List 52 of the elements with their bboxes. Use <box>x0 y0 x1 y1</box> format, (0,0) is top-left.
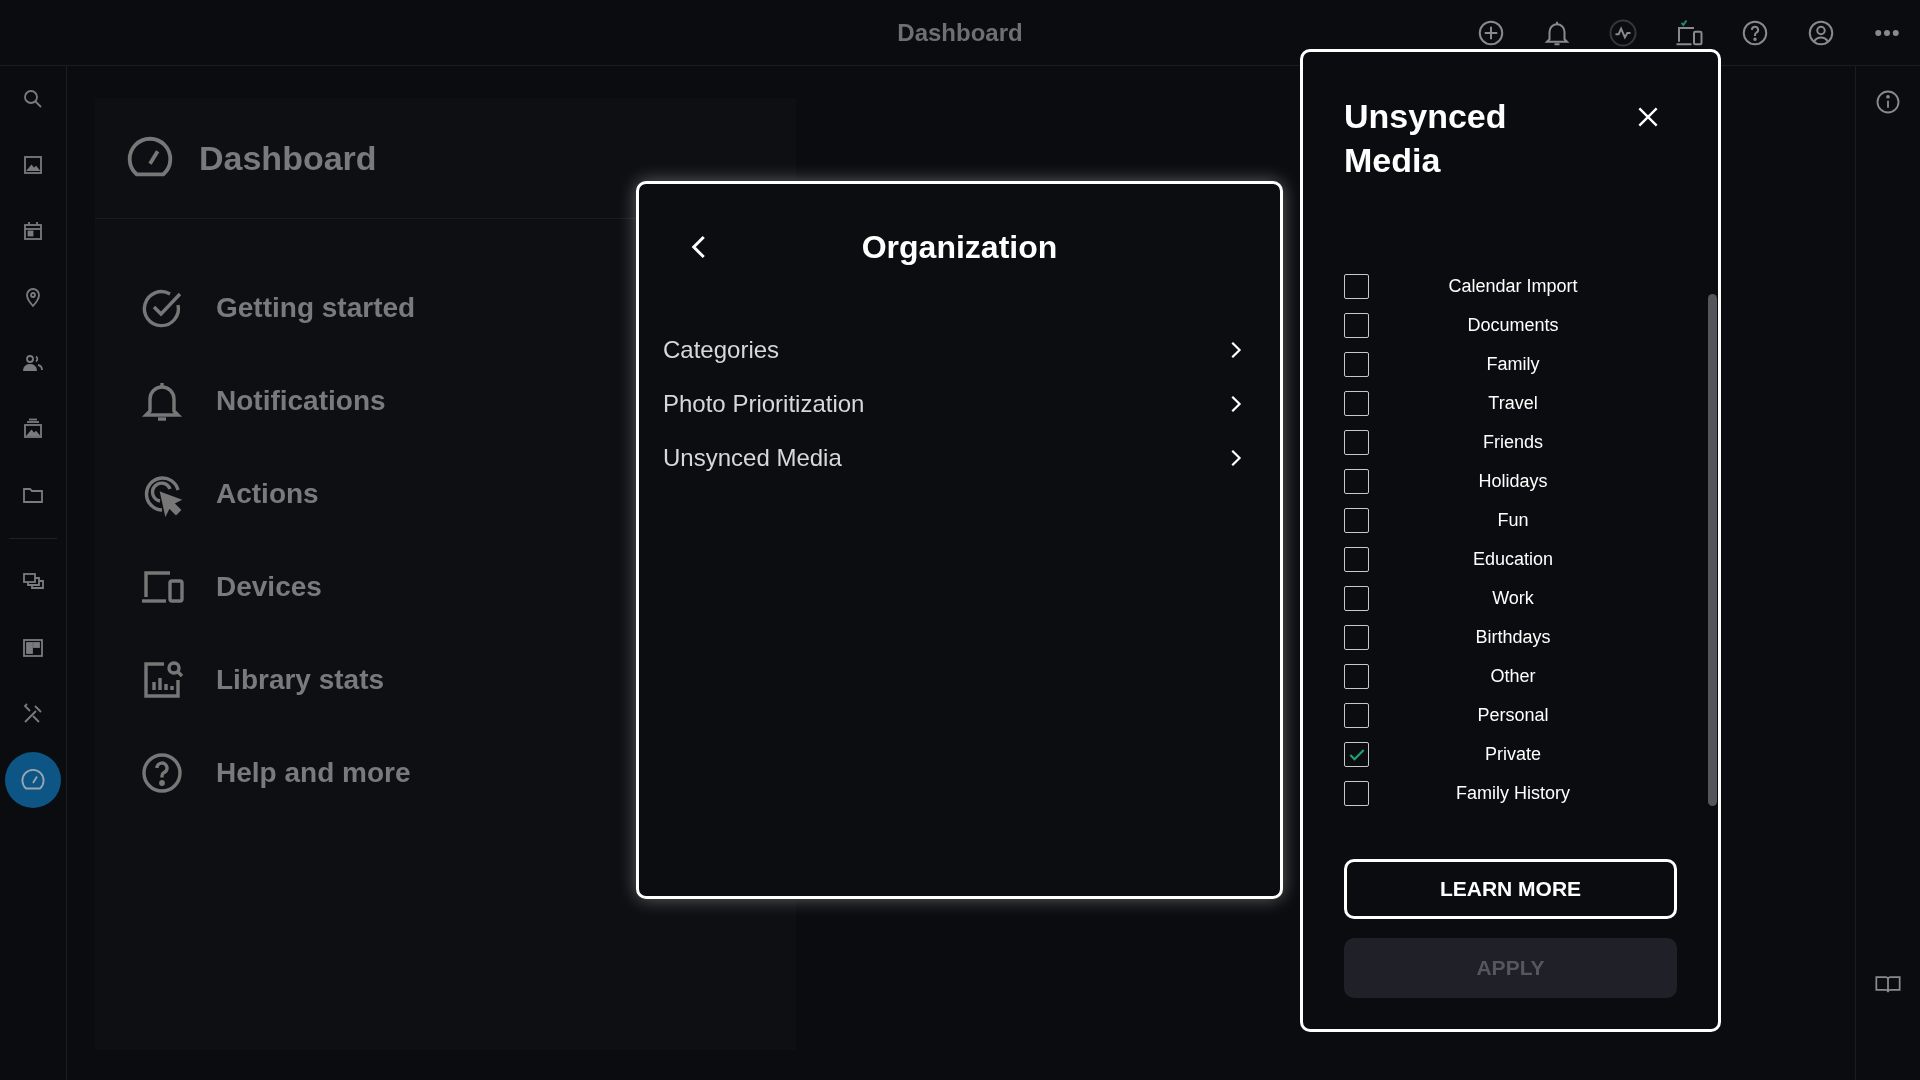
activity-icon[interactable] <box>1608 17 1638 48</box>
calendar-icon <box>21 219 45 243</box>
menu-item[interactable]: Categories <box>663 336 780 364</box>
dashboard-link[interactable]: Getting started <box>216 291 416 324</box>
dashboard-link[interactable]: Actions <box>216 477 319 510</box>
checkbox[interactable] <box>1344 586 1369 611</box>
dashboard-link[interactable]: Devices <box>216 570 322 603</box>
nav-button[interactable] <box>5 752 61 808</box>
layout-icon <box>21 636 45 660</box>
info-icon[interactable] <box>1874 88 1902 116</box>
checkbox[interactable] <box>1344 313 1369 338</box>
checkbox[interactable] <box>1344 664 1369 689</box>
option-label: Documents <box>1466 315 1560 336</box>
checkbox[interactable] <box>1344 625 1369 650</box>
panel-title: Unsynced Media <box>1344 96 1508 181</box>
option-label: Family History <box>1455 783 1571 804</box>
learn-more-button[interactable]: LEARN MORE <box>1344 859 1677 919</box>
checkbox[interactable] <box>1344 742 1369 767</box>
dashboard-link[interactable]: Library stats <box>216 663 385 696</box>
option-label: Holidays <box>1477 471 1549 492</box>
checkbox[interactable] <box>1344 274 1369 299</box>
option-label: Family <box>1485 354 1541 375</box>
dashboard-link[interactable]: Notifications <box>216 384 386 417</box>
option-label: Friends <box>1482 432 1544 453</box>
scrollbar-thumb[interactable] <box>1708 294 1717 806</box>
option-label: Other <box>1489 666 1537 687</box>
dialog-title: Organization <box>861 228 1058 266</box>
menu-item[interactable]: Unsynced Media <box>663 444 842 472</box>
checkbox[interactable] <box>1344 703 1369 728</box>
checkbox[interactable] <box>1344 781 1369 806</box>
album-icon <box>21 417 45 441</box>
image-icon <box>21 153 45 177</box>
checkbox[interactable] <box>1344 469 1369 494</box>
checkbox[interactable] <box>1344 391 1369 416</box>
checkbox[interactable] <box>1344 547 1369 572</box>
dashboard-link[interactable]: Help and more <box>216 756 411 789</box>
option-label: Travel <box>1487 393 1539 414</box>
option-label: Calendar Import <box>1447 276 1579 297</box>
page-title: Dashboard <box>897 18 1023 47</box>
checkbox[interactable] <box>1344 352 1369 377</box>
dashboard-title: Dashboard <box>199 138 377 178</box>
option-label: Personal <box>1476 705 1550 726</box>
devices-icon[interactable] <box>1674 17 1704 48</box>
checkbox[interactable] <box>1344 430 1369 455</box>
option-label: Private <box>1484 744 1542 765</box>
option-label: Birthdays <box>1474 627 1552 648</box>
checkbox[interactable] <box>1344 508 1369 533</box>
gauge-icon <box>21 768 45 792</box>
option-label: Education <box>1471 549 1555 570</box>
menu-item[interactable]: Photo Prioritization <box>663 390 865 418</box>
option-label: Work <box>1491 588 1535 609</box>
option-label: Fun <box>1496 510 1530 531</box>
